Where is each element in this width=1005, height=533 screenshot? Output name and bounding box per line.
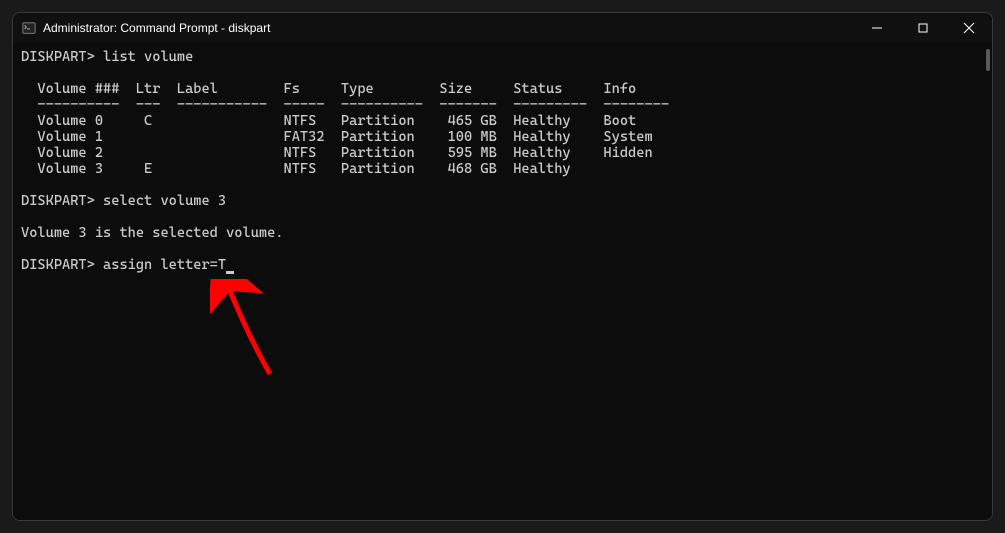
table-row: Volume 2 NTFS Partition 595 MB Healthy H… <box>21 145 984 161</box>
titlebar[interactable]: Administrator: Command Prompt - diskpart <box>13 13 992 43</box>
minimize-icon <box>872 23 882 33</box>
prompt: DISKPART> <box>21 193 95 209</box>
prompt: DISKPART> <box>21 257 95 273</box>
terminal-output[interactable]: DISKPART> list volume Volume ### Ltr Lab… <box>13 43 992 520</box>
close-button[interactable] <box>946 13 992 43</box>
minimize-button[interactable] <box>854 13 900 43</box>
table-row: Volume 0 C NTFS Partition 465 GB Healthy… <box>21 113 984 129</box>
window-controls <box>854 13 992 43</box>
text-cursor <box>226 271 234 274</box>
scrollbar[interactable] <box>984 49 990 514</box>
command-input: select volume 3 <box>103 193 226 209</box>
scrollbar-thumb[interactable] <box>986 49 990 71</box>
window-title: Administrator: Command Prompt - diskpart <box>43 21 854 35</box>
command-prompt-window: Administrator: Command Prompt - diskpart… <box>12 12 993 521</box>
maximize-icon <box>918 23 928 33</box>
table-header-row: Volume ### Ltr Label Fs Type Size Status… <box>21 81 984 97</box>
table-row: Volume 3 E NTFS Partition 468 GB Healthy <box>21 161 984 177</box>
table-row: Volume 1 FAT32 Partition 100 MB Healthy … <box>21 129 984 145</box>
close-icon <box>963 22 975 34</box>
maximize-button[interactable] <box>900 13 946 43</box>
prompt: DISKPART> <box>21 49 95 65</box>
command-response: Volume 3 is the selected volume. <box>21 225 984 241</box>
table-separator-row: ---------- --- ----------- ----- -------… <box>21 97 984 113</box>
cmd-icon <box>21 20 37 36</box>
command-input: list volume <box>103 49 193 65</box>
command-input: assign letter=T <box>103 257 226 273</box>
